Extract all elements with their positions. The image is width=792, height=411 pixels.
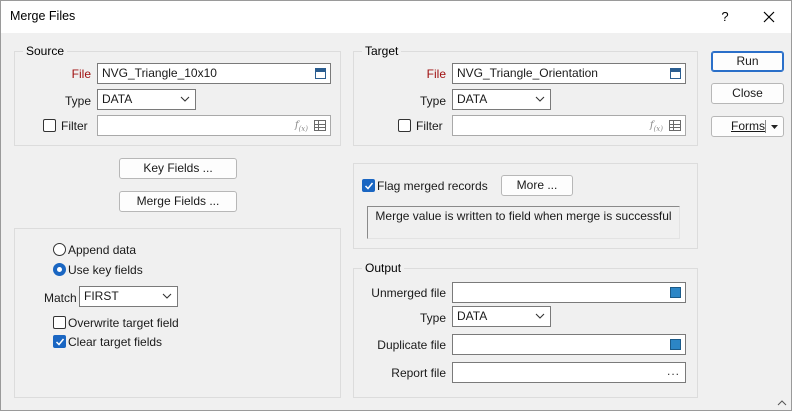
source-filter-input[interactable]: f(x): [97, 115, 331, 136]
browse-icon[interactable]: [670, 339, 681, 350]
source-file-label: File: [71, 67, 91, 81]
target-type-select[interactable]: DATA: [452, 89, 551, 110]
check-icon: [364, 182, 374, 190]
source-filter-label: Filter: [61, 119, 88, 133]
target-filter-input[interactable]: f(x): [452, 115, 686, 136]
report-file-label: Report file: [391, 366, 446, 380]
report-file-input[interactable]: ...: [452, 362, 686, 383]
source-file-value: NVG_Triangle_10x10: [102, 66, 217, 80]
forms-button-label: Forms: [731, 119, 765, 133]
title-bar: Merge Files ?: [1, 1, 791, 33]
close-icon: [763, 11, 775, 23]
more-button[interactable]: More ...: [501, 175, 573, 196]
target-file-value: NVG_Triangle_Orientation: [457, 66, 598, 80]
append-data-label: Append data: [68, 243, 137, 257]
source-type-select[interactable]: DATA: [97, 89, 196, 110]
browse-ellipsis-icon[interactable]: ...: [667, 363, 680, 380]
key-fields-button[interactable]: Key Fields ...: [119, 158, 237, 179]
merge-fields-button[interactable]: Merge Fields ...: [119, 191, 237, 212]
split-separator: [765, 120, 766, 133]
flag-group: Flag merged records More ... Merge value…: [353, 163, 698, 249]
match-value: FIRST: [84, 289, 119, 303]
expression-icon[interactable]: f(x): [295, 118, 308, 135]
output-type-select[interactable]: DATA: [452, 306, 551, 327]
merge-options-group: Append data Use key fields Match FIRST O…: [14, 228, 341, 398]
check-icon: [55, 338, 65, 346]
clear-target-label: Clear target fields: [68, 335, 163, 349]
filter-table-icon[interactable]: [669, 120, 681, 131]
duplicate-file-input[interactable]: [452, 334, 686, 355]
target-type-label: Type: [419, 94, 446, 108]
duplicate-file-label: Duplicate file: [377, 338, 446, 352]
unmerged-file-label: Unmerged file: [371, 286, 446, 300]
caret-down-icon[interactable]: [771, 125, 778, 129]
resize-grip-icon[interactable]: [777, 399, 787, 406]
match-select[interactable]: FIRST: [79, 286, 178, 307]
flag-merged-checkbox[interactable]: [362, 179, 375, 192]
unmerged-file-input[interactable]: [452, 282, 686, 303]
overwrite-target-label: Overwrite target field: [68, 316, 179, 330]
target-file-label: File: [426, 67, 446, 81]
append-data-radio[interactable]: [53, 243, 66, 256]
help-button[interactable]: ?: [713, 6, 737, 28]
target-group: Target File NVG_Triangle_Orientation Typ…: [353, 44, 698, 146]
overwrite-target-checkbox[interactable]: [53, 316, 66, 329]
clear-target-checkbox[interactable]: [53, 335, 66, 348]
target-file-input[interactable]: NVG_Triangle_Orientation: [452, 63, 686, 84]
table-browse-icon[interactable]: [315, 68, 326, 79]
target-group-title: Target: [362, 44, 402, 58]
close-window-button[interactable]: [754, 6, 784, 28]
use-key-fields-radio[interactable]: [53, 263, 66, 276]
chevron-down-icon: [535, 313, 545, 319]
output-group-title: Output: [362, 261, 405, 275]
browse-icon[interactable]: [670, 287, 681, 298]
flag-message: Merge value is written to field when mer…: [375, 209, 672, 223]
flag-message-box: Merge value is written to field when mer…: [367, 206, 680, 239]
source-type-value: DATA: [102, 92, 133, 106]
match-label: Match: [44, 291, 77, 305]
target-type-value: DATA: [457, 92, 488, 106]
target-filter-label: Filter: [416, 119, 443, 133]
output-group: Output Unmerged file Type DATA Duplicate…: [353, 261, 698, 398]
chevron-down-icon: [162, 293, 172, 299]
source-type-label: Type: [64, 94, 91, 108]
expression-icon[interactable]: f(x): [650, 118, 663, 135]
output-type-value: DATA: [457, 309, 488, 323]
source-file-input[interactable]: NVG_Triangle_10x10: [97, 63, 331, 84]
window-title: Merge Files: [10, 9, 76, 23]
chevron-down-icon: [535, 96, 545, 102]
table-browse-icon[interactable]: [670, 68, 681, 79]
chevron-down-icon: [180, 96, 190, 102]
merge-files-dialog: Merge Files ? Source File NVG_Triangle_1…: [0, 0, 792, 411]
target-filter-checkbox[interactable]: [398, 119, 411, 132]
source-group: Source File NVG_Triangle_10x10 Type DATA…: [14, 44, 341, 146]
use-key-fields-label: Use key fields: [68, 263, 143, 277]
output-type-label: Type: [419, 311, 446, 325]
forms-split-button[interactable]: Forms: [711, 116, 784, 137]
source-group-title: Source: [23, 44, 68, 58]
source-filter-checkbox[interactable]: [43, 119, 56, 132]
run-button[interactable]: Run: [711, 51, 784, 72]
close-button[interactable]: Close: [711, 83, 784, 104]
flag-merged-label: Flag merged records: [377, 179, 488, 193]
filter-table-icon[interactable]: [314, 120, 326, 131]
